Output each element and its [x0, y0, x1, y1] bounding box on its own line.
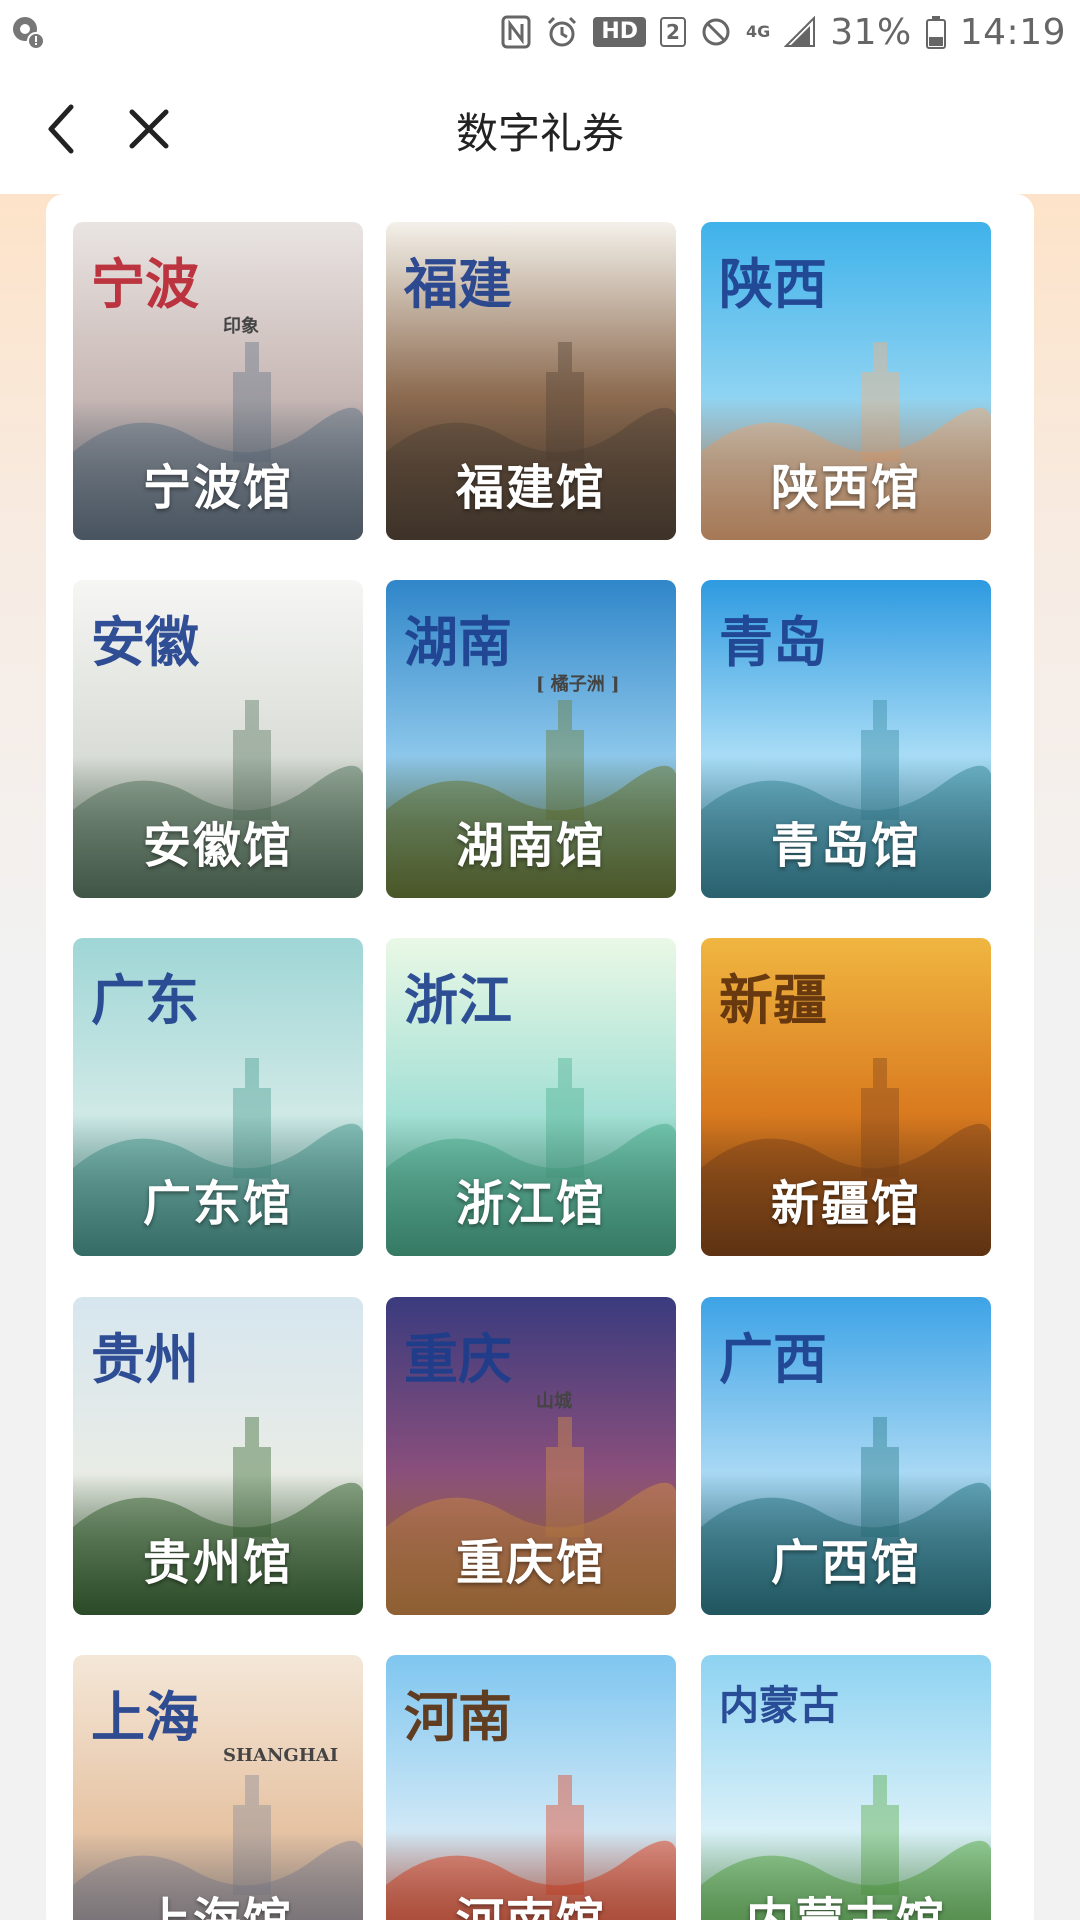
- region-calligraphy: 重庆: [404, 1327, 512, 1391]
- pavilion-tile[interactable]: 浙江浙江馆: [386, 938, 676, 1256]
- notification-icon: [10, 14, 46, 50]
- pavilion-tile[interactable]: 安徽安徽馆: [73, 580, 363, 898]
- battery-percentage: 31%: [830, 11, 912, 53]
- pavilion-label: 广西馆: [770, 1535, 921, 1591]
- pavilion-tile[interactable]: 新疆新疆馆: [701, 938, 991, 1256]
- pavilion-label: 广东馆: [142, 1176, 293, 1232]
- region-calligraphy: 浙江: [404, 968, 512, 1032]
- signal-icon: [784, 16, 816, 48]
- alarm-icon: [545, 15, 579, 49]
- pavilion-tile[interactable]: 广东广东馆: [73, 938, 363, 1256]
- hd-voice-icon: HD: [593, 17, 647, 47]
- 4g-icon: 4G: [745, 22, 771, 41]
- region-calligraphy: 湖南: [404, 610, 512, 674]
- pavilion-label: 浙江馆: [455, 1176, 606, 1232]
- pavilion-label: 河南馆: [386, 1881, 676, 1920]
- region-calligraphy: 广东: [91, 968, 199, 1032]
- region-calligraphy: 安徽: [91, 610, 199, 674]
- pavilion-tile[interactable]: 湖南 [ 橘子洲 ] 湖南馆: [386, 580, 676, 898]
- region-calligraphy: 上海: [91, 1685, 199, 1749]
- region-calligraphy: 陕西: [719, 252, 827, 316]
- pavilion-label: 内蒙古馆: [701, 1881, 991, 1920]
- status-bar: HD 2 4G 31% 14:19: [0, 0, 1080, 64]
- pavilion-label: 湖南馆: [455, 818, 606, 874]
- pavilion-label: 上海馆: [73, 1881, 363, 1920]
- network-type-label: 4G: [745, 22, 771, 41]
- pavilion-tile[interactable]: 福建福建馆: [386, 222, 676, 540]
- region-calligraphy: 青岛: [719, 610, 827, 674]
- do-not-disturb-icon: [700, 16, 732, 48]
- pavilion-tile[interactable]: 青岛青岛馆: [701, 580, 991, 898]
- page-title: 数字礼券: [455, 109, 624, 158]
- pavilion-label: 贵州馆: [142, 1535, 293, 1591]
- region-calligraphy: 福建: [404, 252, 512, 316]
- pavilion-tile[interactable]: 广西广西馆: [701, 1297, 991, 1615]
- pavilion-tile[interactable]: 宁波印象宁波馆: [73, 222, 363, 540]
- pavilion-tile[interactable]: 陕西陕西馆: [701, 222, 991, 540]
- region-subtitle: SHANGHAI: [223, 1745, 339, 1766]
- pavilion-tile[interactable]: 上海 SHANGHAI 上海馆: [73, 1655, 363, 1920]
- pavilion-tile[interactable]: 重庆山城重庆馆: [386, 1297, 676, 1615]
- region-subtitle: [ 橘子洲 ]: [536, 674, 620, 695]
- pavilion-tile[interactable]: 河南河南馆: [386, 1655, 676, 1920]
- battery-icon: [925, 15, 946, 49]
- region-subtitle: 印象: [223, 316, 259, 337]
- region-subtitle: 山城: [536, 1391, 572, 1412]
- region-calligraphy: 新疆: [719, 968, 827, 1032]
- pavilion-tile[interactable]: 内蒙古内蒙古馆: [701, 1655, 991, 1920]
- pavilion-label: 安徽馆: [142, 818, 293, 874]
- pavilion-label: 陕西馆: [770, 460, 921, 516]
- pavilion-label: 宁波馆: [142, 460, 293, 516]
- clock: 14:19: [959, 11, 1066, 53]
- navbar: 数字礼券: [0, 64, 1080, 194]
- pavilion-label: 重庆馆: [455, 1535, 606, 1591]
- region-calligraphy: 宁波: [91, 252, 199, 316]
- pavilion-label: 青岛馆: [770, 818, 921, 874]
- region-calligraphy: 河南: [404, 1685, 512, 1749]
- region-calligraphy: 广西: [719, 1327, 827, 1391]
- nfc-icon: [501, 15, 531, 49]
- region-calligraphy: 内蒙古: [719, 1682, 839, 1729]
- sim-2-icon: 2: [660, 17, 686, 47]
- pavilion-label: 新疆馆: [770, 1176, 921, 1232]
- region-calligraphy: 贵州: [91, 1327, 199, 1391]
- pavilion-tile[interactable]: 贵州贵州馆: [73, 1297, 363, 1615]
- pavilion-label: 福建馆: [455, 460, 606, 516]
